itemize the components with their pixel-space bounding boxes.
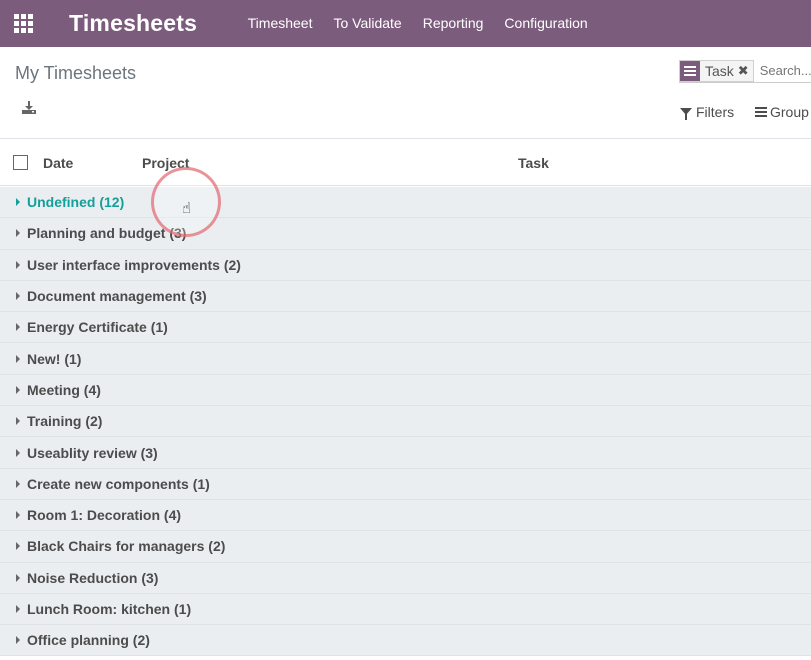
main-menu: Timesheet To Validate Reporting Configur… [237,0,598,47]
group-label: Planning and budget (3) [27,225,187,242]
caret-right-icon [16,542,20,551]
caret-right-icon [16,260,20,269]
column-header-project[interactable]: Project [142,155,189,171]
group-row[interactable]: Planning and budget (3) [0,218,811,250]
group-row[interactable]: Lunch Room: kitchen (1) [0,593,811,626]
group-label: Office planning (2) [27,632,150,649]
group-row[interactable]: Black Chairs for managers (2) [0,531,811,563]
group-label: Meeting (4) [27,381,101,398]
list-header: Date Project Task [0,140,811,186]
group-row[interactable]: Office planning (2) [0,625,811,657]
group-label: Room 1: Decoration (4) [27,507,182,524]
caret-right-icon [16,479,20,488]
group-by-icon [680,60,700,81]
column-header-task[interactable]: Task [518,155,549,171]
group-list: Undefined (12) Planning and budget (3) U… [0,187,811,657]
menu-item-to-validate[interactable]: To Validate [323,0,412,47]
control-panel: My Timesheets Task ✖ Filters Group [0,47,811,139]
menu-item-reporting[interactable]: Reporting [412,0,494,47]
facet-remove-icon[interactable]: ✖ [738,63,753,79]
caret-right-icon [16,605,20,613]
apps-menu-button[interactable] [0,0,47,47]
group-label: Useablity review (3) [27,444,158,461]
group-label: Training (2) [27,413,103,430]
group-row[interactable]: New! (1) [0,343,811,375]
group-label: New! (1) [27,350,82,367]
top-navbar: Timesheets Timesheet To Validate Reporti… [0,0,811,47]
select-all-checkbox[interactable] [13,155,28,170]
group-by-label: Group [770,104,809,120]
caret-right-icon [16,511,20,520]
group-row[interactable]: Training (2) [0,406,811,438]
group-row[interactable]: Undefined (12) [0,187,811,219]
menu-item-configuration[interactable]: Configuration [494,0,598,47]
page-title: My Timesheets [15,63,137,83]
group-row[interactable]: Energy Certificate (1) [0,312,811,344]
group-row[interactable]: Create new components (1) [0,468,811,500]
group-row[interactable]: Useablity review (3) [0,437,811,469]
caret-right-icon [16,354,20,363]
caret-right-icon [16,229,20,238]
group-label: User interface improvements (2) [27,256,241,273]
menu-item-timesheet[interactable]: Timesheet [237,0,323,47]
group-label: Document management (3) [27,288,207,305]
caret-right-icon [16,448,20,457]
group-row[interactable]: User interface improvements (2) [0,249,811,281]
caret-right-icon [16,417,20,426]
search-bar: Task ✖ [679,59,811,83]
caret-right-icon [16,292,20,301]
group-label: Energy Certificate (1) [27,319,168,336]
group-by-button[interactable]: Group [755,104,809,120]
filters-label: Filters [696,104,735,120]
group-label: Noise Reduction (3) [27,569,159,586]
group-label: Create new components (1) [27,475,210,492]
group-label: Undefined (12) [27,194,125,211]
group-row[interactable]: Meeting (4) [0,374,811,407]
download-button[interactable] [22,101,42,121]
facet-value: Task [705,62,734,79]
caret-right-icon [16,198,20,207]
caret-right-icon [16,323,20,332]
filters-button[interactable]: Filters [680,104,734,120]
group-row[interactable]: Room 1: Decoration (4) [0,499,811,532]
group-row[interactable]: Document management (3) [0,280,811,313]
download-icon [22,101,36,114]
caret-right-icon [16,573,20,582]
bars-icon [755,107,767,117]
app-title[interactable]: Timesheets [69,10,197,37]
apps-grid-icon [14,14,33,33]
search-input[interactable] [759,63,811,78]
group-row[interactable]: Noise Reduction (3) [0,562,811,594]
group-label: Lunch Room: kitchen (1) [27,601,192,617]
group-label: Black Chairs for managers (2) [27,538,226,555]
filter-icon [680,107,692,120]
column-header-date[interactable]: Date [43,155,73,171]
search-facet: Task ✖ [679,59,754,82]
caret-right-icon [16,385,20,394]
caret-right-icon [16,636,20,645]
